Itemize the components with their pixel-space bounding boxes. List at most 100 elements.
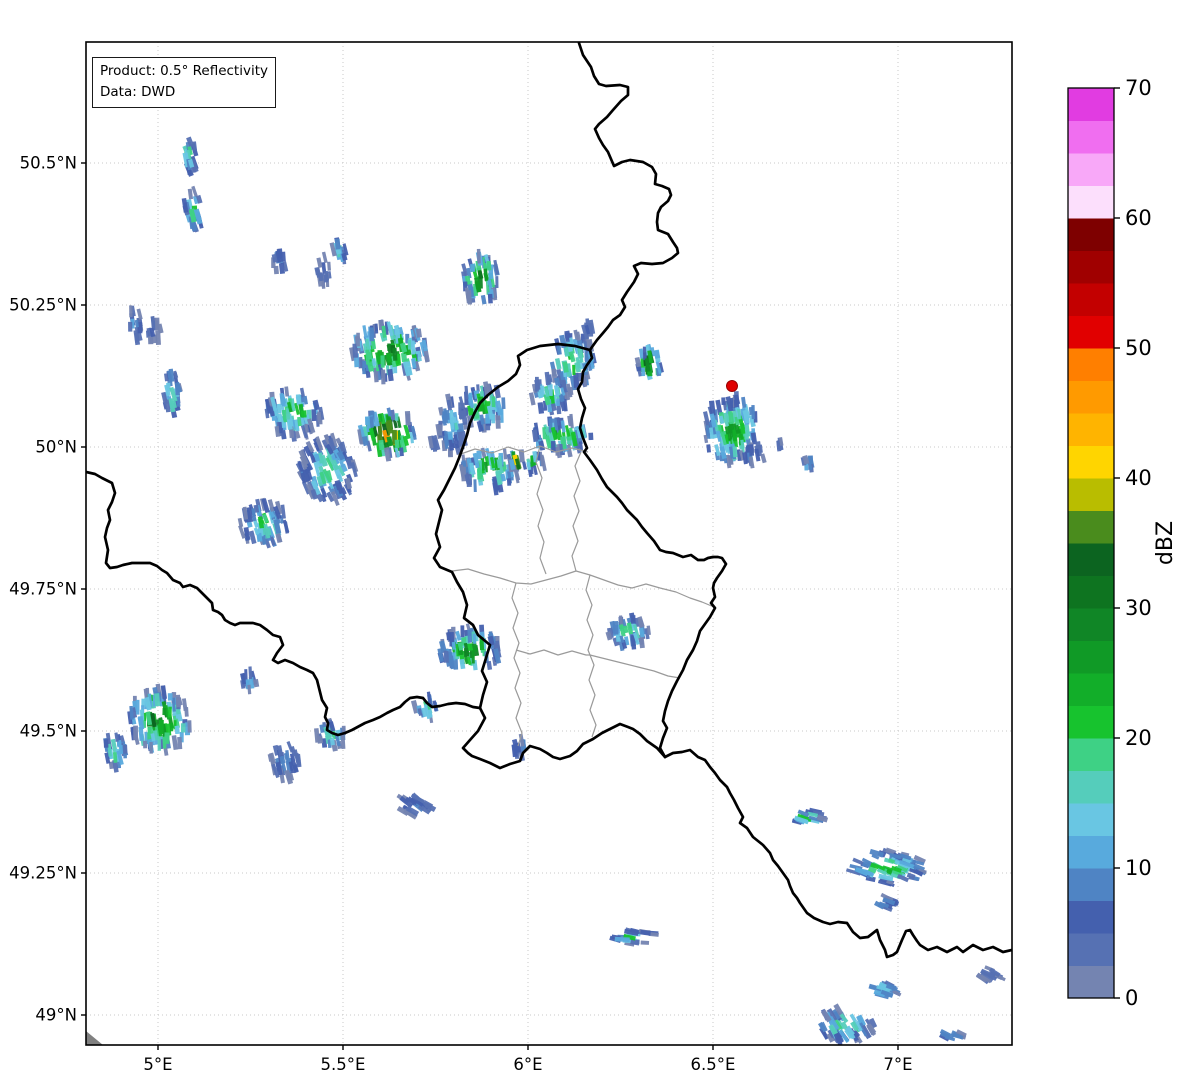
x-tick-label: 5.5°E [321, 1055, 366, 1074]
radar-bin [365, 417, 368, 425]
radar-bin [411, 341, 415, 355]
radar-bin [274, 266, 279, 274]
radar-bin [301, 410, 307, 417]
colorbar-band [1068, 608, 1114, 641]
radar-bin [641, 941, 650, 945]
radar-bin [471, 649, 474, 664]
y-tick-label: 49°N [35, 1006, 77, 1025]
map-canvas: 5°E5.5°E6°E6.5°E7°E50.5°N50.25°N50°N49.7… [0, 0, 1202, 1081]
colorbar-band [1068, 511, 1114, 544]
radar-bin [501, 397, 505, 409]
radar-bin [175, 385, 180, 395]
radar-bin [184, 707, 188, 717]
radar-bin [641, 368, 645, 377]
radar-bin [369, 327, 374, 341]
colorbar-band [1068, 706, 1114, 739]
colorbar-band [1068, 543, 1114, 576]
colorbar-band [1068, 641, 1114, 674]
radar-figure: 12.09.2025 12:33 UTC 5°E5.5°E6°E6.5°E7°E… [0, 0, 1202, 1081]
radar-bin [155, 318, 160, 331]
radar-bin [733, 446, 738, 457]
radar-bin [248, 666, 252, 679]
colorbar-band [1068, 771, 1114, 804]
radar-bin [473, 634, 477, 644]
colorbar-band [1068, 966, 1114, 999]
radar-bin [452, 642, 456, 650]
radar-bin [148, 336, 153, 344]
radar-bin [556, 398, 560, 405]
colorbar-axis-label: dBZ [1153, 521, 1178, 565]
radar-bin [477, 249, 481, 264]
product-info-box: Product: 0.5° Reflectivity Data: DWD [92, 57, 276, 108]
radar-bin [467, 630, 472, 643]
colorbar-band [1068, 803, 1114, 836]
radar-bin [395, 413, 399, 421]
colorbar-tick-label: 0 [1125, 986, 1138, 1010]
colorbar-band [1068, 446, 1114, 479]
radar-bin [470, 264, 475, 272]
radar-bin [128, 322, 132, 332]
y-tick-label: 50.5°N [20, 154, 77, 173]
radar-bin [149, 742, 153, 754]
colorbar-band [1068, 901, 1114, 934]
radar-bin [492, 396, 496, 407]
radar-bin [380, 355, 384, 367]
radar-bin [451, 422, 454, 429]
radar-bin [408, 340, 412, 350]
colorbar-band [1068, 88, 1114, 121]
colorbar-band [1068, 738, 1114, 771]
radar-bin [488, 294, 493, 304]
colorbar-band [1068, 836, 1114, 869]
x-tick-label: 6°E [513, 1055, 542, 1074]
radar-bin [405, 411, 411, 425]
radar-bin [104, 739, 109, 748]
radar-bin [395, 440, 400, 449]
y-tick-label: 49.5°N [20, 722, 77, 741]
colorbar-tick-label: 70 [1125, 76, 1152, 100]
colorbar-band [1068, 186, 1114, 219]
colorbar-tick-label: 20 [1125, 726, 1152, 750]
colorbar-band [1068, 673, 1114, 706]
radar-bin [187, 720, 191, 732]
radar-bin [572, 365, 575, 375]
radar-bin [159, 720, 164, 734]
radar-bin [588, 433, 593, 441]
radar-bin [123, 745, 127, 754]
radar-bin [168, 693, 173, 701]
colorbar-band [1068, 381, 1114, 414]
radar-bin [181, 723, 186, 732]
radar-bin [491, 414, 495, 424]
colorbar-band [1068, 218, 1114, 251]
radar-bin [162, 708, 166, 715]
radar-bin [168, 707, 172, 718]
colorbar-tick-label: 50 [1125, 336, 1152, 360]
radar-bin [507, 478, 511, 486]
colorbar-band [1068, 868, 1114, 901]
y-tick-label: 49.75°N [9, 580, 77, 599]
radar-bin [164, 732, 169, 743]
colorbar-band [1068, 316, 1114, 349]
colorbar-tick-label: 30 [1125, 596, 1152, 620]
radar-bin [495, 415, 500, 429]
radar-bin [706, 444, 711, 452]
radar-bin [751, 405, 755, 419]
radar-bin [311, 409, 316, 421]
radar-bin [749, 444, 754, 456]
radar-bin [177, 737, 182, 749]
radar-bin [477, 469, 482, 480]
x-tick-label: 6.5°E [691, 1055, 736, 1074]
radar-bin [133, 726, 138, 741]
radar-bin [535, 377, 539, 392]
radar-bin [399, 447, 404, 456]
radar-bin [158, 736, 161, 751]
radar-bin [335, 239, 341, 250]
radar-bin [721, 397, 725, 405]
radar-bin [129, 305, 132, 317]
figure-background [0, 0, 1202, 1081]
radar-bin [444, 651, 449, 663]
radar-bin [613, 621, 619, 635]
radar-bin [437, 425, 442, 436]
radar-bin [495, 276, 498, 288]
colorbar-band [1068, 283, 1114, 316]
colorbar-band [1068, 121, 1114, 154]
